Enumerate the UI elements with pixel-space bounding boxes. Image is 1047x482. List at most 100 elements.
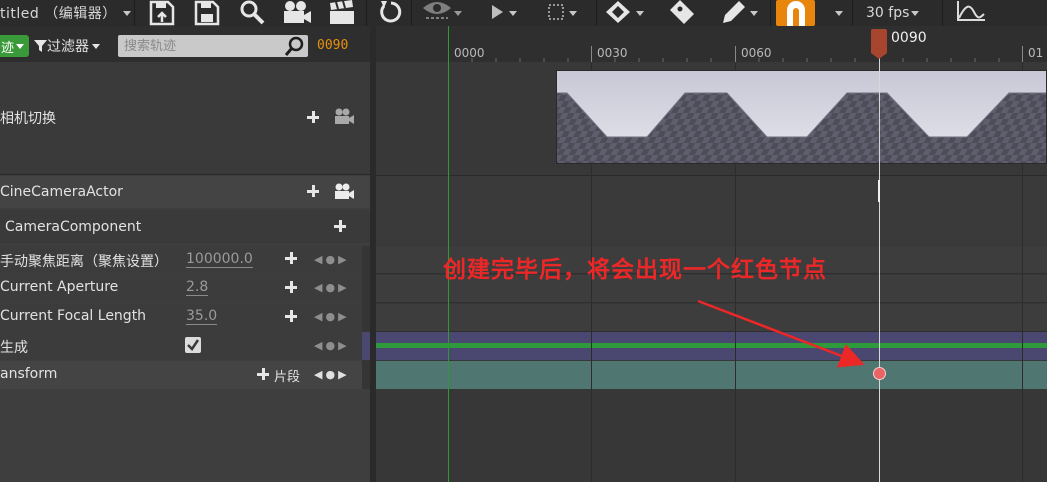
key-navigator: ◀ ● ▶	[314, 339, 347, 352]
search-tracks-input[interactable]	[124, 36, 284, 56]
add-icon[interactable]	[334, 220, 346, 232]
component-label: CameraComponent	[5, 219, 142, 235]
chevron-down-icon	[509, 10, 517, 16]
chevron-down-icon	[569, 10, 577, 16]
view-options-menu[interactable]	[422, 0, 462, 26]
eye-icon	[423, 2, 451, 19]
toolbar-divider	[366, 0, 367, 26]
add-section-label[interactable]: 片段	[274, 366, 300, 385]
focal-length-value[interactable]: 35.0	[186, 308, 218, 325]
save-as-button[interactable]	[193, 0, 221, 26]
add-section-icon[interactable]	[257, 368, 269, 380]
add-key-dot-icon[interactable]: ●	[325, 339, 335, 352]
key-icon	[606, 1, 630, 23]
search-icon[interactable]	[285, 36, 305, 56]
search-icon	[240, 0, 265, 25]
previous-key-icon[interactable]: ◀	[314, 281, 322, 294]
snap-options-menu[interactable]	[829, 0, 843, 26]
actor-track[interactable]: CineCameraActor	[0, 176, 370, 208]
chevron-down-icon	[636, 10, 644, 16]
toolbar-divider	[134, 0, 135, 26]
aperture-track[interactable]: Current Aperture 2.8 ◀ ● ▶	[0, 275, 370, 303]
camera-button[interactable]	[282, 0, 312, 26]
key-navigator: ◀ ● ▶	[314, 253, 347, 266]
key-navigator: ◀ ● ▶	[314, 281, 347, 294]
add-key-icon[interactable]	[285, 252, 297, 264]
playback-menu[interactable]	[489, 0, 517, 26]
chevron-down-icon	[92, 43, 100, 49]
next-key-icon[interactable]: ▶	[338, 281, 346, 294]
snap-toggle-button[interactable]	[776, 0, 815, 26]
previous-key-icon[interactable]: ◀	[314, 339, 322, 352]
selection-menu[interactable]	[547, 0, 577, 26]
key-tag-button[interactable]	[668, 0, 696, 26]
focus-distance-track[interactable]: 手动聚焦距离（聚焦设置） 100000.0 ◀ ● ▶	[0, 246, 370, 274]
key-navigator: ◀ ● ▶	[314, 310, 347, 323]
toolbar-divider	[770, 0, 771, 26]
camera-icon[interactable]	[334, 108, 354, 125]
add-key-dot-icon[interactable]: ●	[325, 310, 335, 323]
key-navigator: ◀ ● ▶	[314, 368, 347, 381]
frame-rate-menu[interactable]: 30 fps	[866, 0, 920, 26]
viewport-thumbnail-image	[557, 71, 1046, 163]
sequence-title-menu[interactable]: titled （编辑器）	[0, 0, 131, 26]
next-key-icon[interactable]: ▶	[338, 368, 346, 381]
render-movie-button[interactable]	[328, 0, 356, 26]
add-track-button[interactable]: 迹	[0, 35, 29, 57]
camera-icon[interactable]	[334, 183, 354, 200]
find-button[interactable]	[238, 0, 266, 26]
previous-key-icon[interactable]: ◀	[314, 253, 322, 266]
add-key-dot-icon[interactable]: ●	[325, 253, 335, 266]
toolbar-divider	[942, 0, 943, 26]
aperture-label: Current Aperture	[0, 279, 119, 295]
previous-key-icon[interactable]: ◀	[314, 310, 322, 323]
filter-label: 过滤器	[47, 39, 89, 55]
sequence-title: titled （编辑器）	[0, 6, 117, 22]
curve-editor-button[interactable]	[956, 0, 986, 26]
camera-icon	[284, 1, 311, 23]
sequencer-toolbar: titled （编辑器） 30 fps	[0, 0, 1047, 26]
camera-cut-label: 相机切换	[0, 111, 56, 127]
transform-track[interactable]: ansform 片段 ◀ ● ▶	[0, 361, 370, 389]
add-key-dot-icon[interactable]: ●	[325, 281, 335, 294]
add-icon[interactable]	[307, 111, 319, 123]
save-icon	[149, 0, 175, 26]
edit-menu[interactable]	[720, 0, 758, 26]
camera-cut-thumbnail[interactable]	[556, 70, 1047, 164]
play-icon	[492, 5, 503, 19]
focus-distance-value[interactable]: 100000.0	[186, 251, 253, 268]
add-icon[interactable]	[307, 185, 319, 197]
playhead-handle[interactable]	[871, 29, 887, 53]
frame-rate-label: 30 fps	[866, 5, 910, 21]
refresh-button[interactable]	[378, 0, 404, 26]
add-key-icon[interactable]	[285, 281, 297, 293]
aperture-value[interactable]: 2.8	[186, 279, 209, 296]
refresh-icon	[380, 1, 402, 23]
previous-key-icon[interactable]: ◀	[314, 368, 322, 381]
track-tree: 相机切换 CineCameraActor CameraComponent 手动聚…	[0, 62, 370, 482]
save-button[interactable]	[148, 0, 176, 26]
add-key-icon[interactable]	[285, 310, 297, 322]
add-key-dot-icon[interactable]: ●	[325, 368, 335, 381]
camera-cut-track[interactable]: 相机切换	[0, 62, 370, 175]
next-key-icon[interactable]: ▶	[338, 253, 346, 266]
chevron-down-icon	[835, 10, 843, 16]
focal-length-track[interactable]: Current Focal Length 35.0 ◀ ● ▶	[0, 304, 370, 332]
pencil-icon	[723, 1, 745, 23]
spawned-checkbox[interactable]	[185, 337, 201, 353]
annotation-arrow	[697, 299, 865, 368]
transform-keyframe[interactable]	[873, 367, 886, 380]
key-menu[interactable]	[604, 0, 644, 26]
toolbar-divider	[596, 0, 597, 26]
track-filter-bar: 迹 过滤器 0090	[0, 26, 370, 62]
filter-button[interactable]: 过滤器	[34, 36, 100, 56]
spawned-track[interactable]: 生成 ◀ ● ▶	[0, 332, 370, 360]
toolbar-divider	[411, 0, 412, 26]
focal-length-label: Current Focal Length	[0, 308, 147, 324]
component-track[interactable]: CameraComponent	[0, 210, 370, 243]
add-track-label: 迹	[1, 40, 15, 56]
empty-lane	[376, 389, 1047, 482]
next-key-icon[interactable]: ▶	[338, 339, 346, 352]
next-key-icon[interactable]: ▶	[338, 310, 346, 323]
time-ruler[interactable]: 0000 0030 0060 01	[376, 26, 1047, 62]
